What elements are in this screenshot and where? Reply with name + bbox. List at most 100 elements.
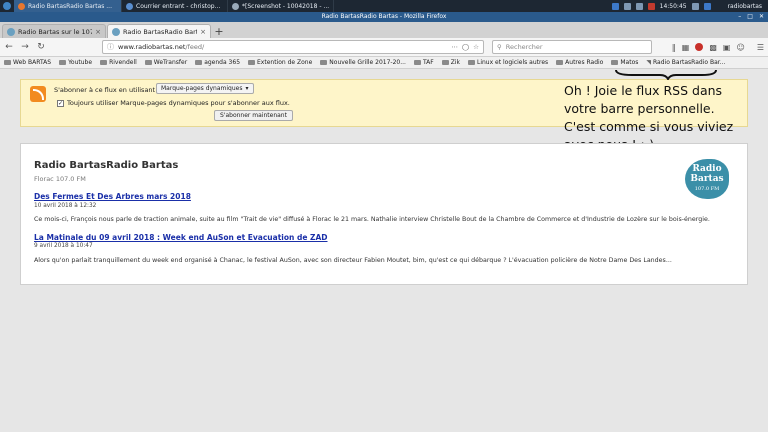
feed-entry-title-link[interactable]: Des Fermes Et Des Arbres mars 2018 — [34, 192, 191, 201]
bookmark-item[interactable]: TAF — [413, 59, 434, 66]
bookmark-label: Zik — [450, 59, 460, 66]
maximize-icon[interactable]: □ — [747, 12, 753, 22]
bookmark-item[interactable]: Youtube — [59, 59, 92, 66]
logo-text: 107.0 FM — [694, 186, 720, 192]
always-use-checkbox[interactable]: ✓ — [57, 99, 64, 107]
navigation-toolbar: ← → ↻ ⓘ www.radiobartas.net/feed/ ⋯ ◯ ☆ … — [0, 38, 768, 57]
always-use-label: Toujours utiliser Marque-pages dynamique… — [67, 99, 290, 107]
feed-entry-title-link[interactable]: La Matinale du 09 avril 2018 : Week end … — [34, 233, 328, 242]
bookmark-item[interactable]: Web BARTAS — [4, 59, 51, 66]
close-tab-icon[interactable]: × — [95, 28, 101, 36]
reader-icon[interactable]: ▩ — [709, 43, 717, 52]
rss-feed-icon — [30, 86, 46, 102]
tab-radio-bartas-fm[interactable]: Radio Bartas sur le 107.0 FM × — [2, 24, 106, 38]
folder-icon — [195, 60, 203, 65]
user-name[interactable]: radiobartas — [728, 3, 762, 10]
bookmark-label: TAF — [422, 59, 434, 66]
search-placeholder: Rechercher — [505, 43, 543, 51]
back-arrow-icon[interactable]: ← — [4, 42, 14, 52]
radio-bartas-logo: Radio Bartas 107.0 FM — [685, 159, 729, 199]
bookmark-label: Linux et logiciels autres — [476, 59, 549, 66]
feed-entry-date: 10 avril 2018 à 12:32 — [34, 203, 97, 209]
library-icon[interactable]: ‖ — [672, 43, 676, 52]
battery-icon[interactable] — [635, 2, 643, 10]
subscribe-prompt: S'abonner à ce flux en utilisant — [54, 86, 156, 94]
clock[interactable]: 14:50:45 — [660, 3, 687, 10]
always-use-checkbox-row[interactable]: ✓ Toujours utiliser Marque-pages dynamiq… — [57, 99, 290, 107]
bookmark-item[interactable]: ◥ Radio BartasRadio Bar... — [646, 59, 725, 66]
taskbar-task-label: Radio BartasRadio Bartas ... — [28, 2, 112, 10]
subscribe-method-select[interactable]: Marque-pages dynamiques ▾ — [156, 83, 254, 94]
taskbar-task-mail[interactable]: Courrier entrant - christop... — [122, 0, 228, 12]
bookmark-item[interactable]: Autres Radio — [556, 59, 603, 66]
url-bar[interactable]: ⓘ www.radiobartas.net/feed/ ⋯ ◯ ☆ — [102, 40, 484, 54]
new-tab-button[interactable]: + — [212, 24, 226, 38]
url-text[interactable]: www.radiobartas.net/feed/ — [118, 43, 447, 51]
taskbar: Radio BartasRadio Bartas ... Courrier en… — [0, 0, 768, 12]
search-bar[interactable]: ⚲ Rechercher — [492, 40, 652, 54]
bookmark-label: Extention de Zone — [257, 59, 313, 66]
subscribe-now-button[interactable]: S'abonner maintenant — [214, 110, 293, 121]
extension-icon[interactable]: ▦ — [682, 43, 690, 52]
logo-text: Radio — [692, 164, 722, 174]
bookmark-item[interactable]: agenda 365 — [195, 59, 240, 66]
reload-icon[interactable]: ↻ — [36, 42, 46, 52]
update-icon[interactable] — [647, 2, 655, 10]
adblock-icon[interactable] — [695, 43, 704, 51]
window-controls: – □ ✕ — [738, 12, 764, 22]
tab-radio-bartas-feed[interactable]: Radio BartasRadio Bartas × — [107, 24, 211, 38]
forward-arrow-icon[interactable]: → — [20, 42, 30, 52]
site-info-icon[interactable]: ⓘ — [107, 42, 114, 52]
bookmark-label: Autres Radio — [565, 59, 604, 66]
close-tab-icon[interactable]: × — [200, 28, 206, 36]
minimize-icon[interactable]: – — [738, 12, 741, 22]
window-title: Radio BartasRadio Bartas - Mozilla Firef… — [321, 13, 447, 20]
bookmark-item[interactable]: Linux et logiciels autres — [467, 59, 549, 66]
folder-icon — [4, 60, 11, 65]
site-favicon-icon — [112, 27, 120, 36]
mail-icon — [126, 2, 133, 10]
folder-icon — [144, 60, 152, 65]
volume-icon[interactable] — [623, 2, 631, 10]
bookmark-label: Matos — [620, 59, 639, 66]
search-icon: ⚲ — [497, 43, 502, 51]
taskbar-task-firefox[interactable]: Radio BartasRadio Bartas ... — [14, 0, 122, 12]
feed-entry-description: Ce mois-ci, François nous parle de tract… — [34, 216, 710, 223]
workspace-icon[interactable] — [703, 2, 711, 10]
bookmark-item[interactable]: Zik — [441, 59, 460, 66]
annotation-brace-icon — [615, 69, 717, 80]
taskbar-task-screenshot[interactable]: *[Screenshot - 10042018 - ... — [228, 0, 334, 12]
feed-entry-date: 9 avril 2018 à 10:47 — [34, 243, 93, 249]
bookmark-item[interactable]: Extention de Zone — [248, 59, 312, 66]
app-menu-button[interactable] — [0, 0, 14, 12]
bookmark-item[interactable]: Nouvelle Grille 2017-20... — [320, 59, 406, 66]
menu-icon — [3, 2, 11, 10]
window-titlebar: Radio BartasRadio Bartas - Mozilla Firef… — [0, 12, 768, 22]
screenshot-icon — [232, 2, 239, 10]
bookmark-item[interactable]: WeTransfer — [144, 59, 188, 66]
smiley-icon[interactable]: ☺ — [736, 43, 744, 52]
feed-entry-description: Alors qu'on parlait tranquillement du we… — [34, 257, 672, 264]
pocket-icon[interactable]: ◯ — [462, 43, 469, 51]
network-icon[interactable] — [611, 2, 619, 10]
subscribe-method-value: Marque-pages dynamiques — [161, 85, 243, 92]
bookmark-label: Web BARTAS — [13, 59, 52, 66]
site-favicon-icon — [7, 27, 15, 36]
screenshot-tool-icon[interactable]: ▣ — [723, 43, 731, 52]
feed-title: Radio BartasRadio Bartas — [34, 160, 179, 171]
calendar-icon[interactable] — [691, 2, 699, 10]
close-icon[interactable]: ✕ — [759, 12, 764, 22]
page-actions-icon[interactable]: ⋯ — [451, 43, 458, 51]
bookmark-label: Rivendell — [109, 59, 137, 66]
bookmark-item[interactable]: Matos — [611, 59, 638, 66]
tab-label: Radio BartasRadio Bartas — [123, 27, 197, 36]
hamburger-menu-icon[interactable]: ☰ — [757, 43, 764, 52]
bookmark-label: agenda 365 — [204, 59, 241, 66]
bookmark-item[interactable]: Rivendell — [100, 59, 137, 66]
toolbar-icons: ‖ ▦ ▩ ▣ ☺ ☰ — [672, 43, 764, 52]
bookmark-star-icon[interactable]: ☆ — [473, 43, 479, 51]
firefox-icon — [18, 2, 25, 10]
bookmark-label: WeTransfer — [153, 59, 188, 66]
bookmark-label: Radio BartasRadio Bar... — [653, 59, 726, 66]
url-path: /feed/ — [185, 43, 205, 51]
